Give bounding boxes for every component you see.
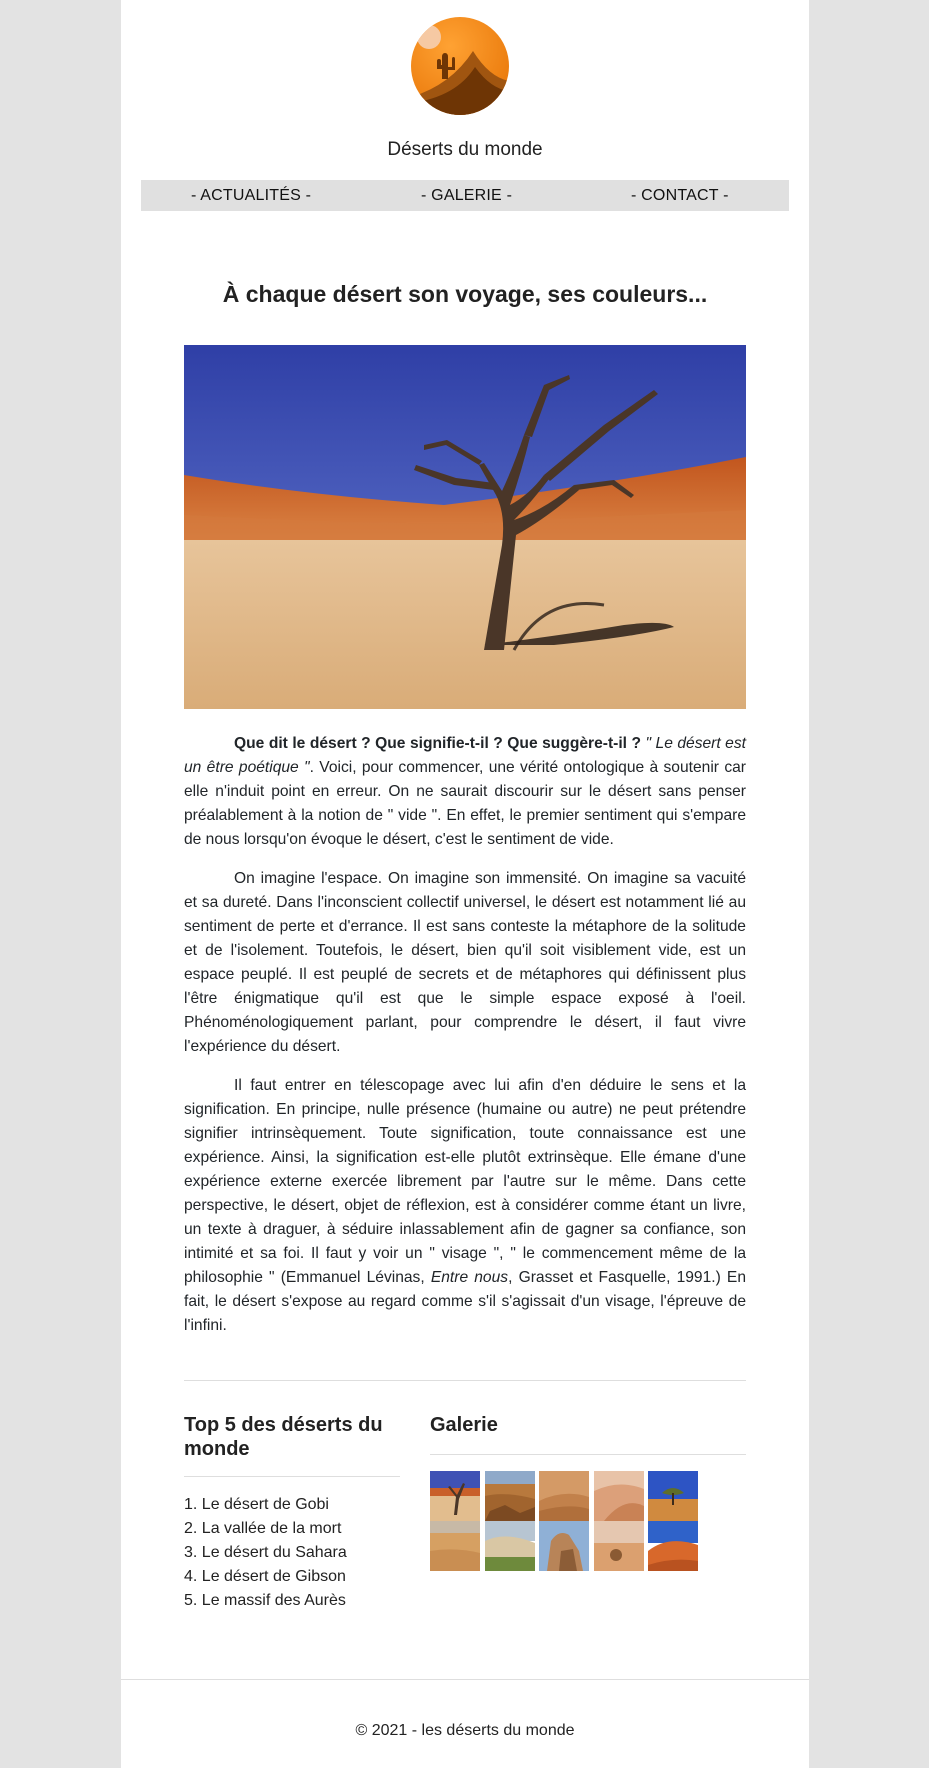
footer-copyright: © 2021 - les déserts du monde [355,1722,575,1739]
article-text: Il faut entrer en télescopage avec lui a… [184,1077,746,1286]
gallery-heading: Galerie [430,1414,498,1436]
gallery-thumbnail-sand-dunes[interactable] [539,1471,589,1521]
article-paragraph-2: On imagine l'espace. On imagine son imme… [184,870,746,1055]
gallery-thumbnail-acacia-tree[interactable] [648,1471,698,1521]
book-title: Entre nous [430,1269,509,1286]
gallery-thumbnail-flat-sand[interactable] [430,1521,480,1571]
gallery-thumbnail-green-dunes[interactable] [485,1521,535,1571]
hero-dead-tree-image [184,345,746,709]
main-navigation: - ACTUALITÉS - - GALERIE - - CONTACT - [141,180,789,211]
top5-list: 1. Le désert de Gobi 2. La vallée de la … [184,1493,347,1613]
list-item: 1. Le désert de Gobi [184,1496,329,1513]
gallery-divider [430,1454,746,1455]
gallery-thumbnail-red-dune[interactable] [648,1521,698,1571]
list-item: 2. La vallée de la mort [184,1520,342,1537]
page-container: Déserts du monde - ACTUALITÉS - - GALERI… [121,0,809,1768]
top5-divider [184,1476,400,1477]
nav-link-contact[interactable]: - CONTACT - [631,180,729,211]
article-paragraph-3: Il faut entrer en télescopage avec lui a… [184,1074,746,1338]
gallery-thumbnail-dead-tree[interactable] [430,1471,480,1521]
article-paragraph-1: Que dit le désert ? Que signifie-t-il ? … [184,732,746,852]
gallery-thumbnail-desert-shrub[interactable] [594,1521,644,1571]
gallery-thumbnail-rocky-desert[interactable] [485,1471,535,1521]
article-body: Que dit le désert ? Que signifie-t-il ? … [184,732,746,1353]
article-questions: Que dit le désert ? Que signifie-t-il ? … [234,735,642,752]
list-item: 4. Le désert de Gibson [184,1568,346,1585]
page-headline: À chaque désert son voyage, ses couleurs… [222,281,708,307]
list-item: 5. Le massif des Aurès [184,1592,346,1609]
gallery-thumbnail-pink-dunes[interactable] [594,1471,644,1521]
list-item: 3. Le désert du Sahara [184,1544,347,1561]
site-title: Déserts du monde [387,139,543,160]
nav-link-galerie[interactable]: - GALERIE - [421,180,512,211]
nav-link-actualites[interactable]: - ACTUALITÉS - [191,180,311,211]
footer-divider [121,1679,809,1680]
desert-logo-icon[interactable] [411,17,509,115]
top5-heading: Top 5 des déserts du monde [184,1414,383,1460]
gallery-grid [430,1471,702,1571]
gallery-thumbnail-rock-formation[interactable] [539,1521,589,1571]
section-divider [184,1380,746,1381]
